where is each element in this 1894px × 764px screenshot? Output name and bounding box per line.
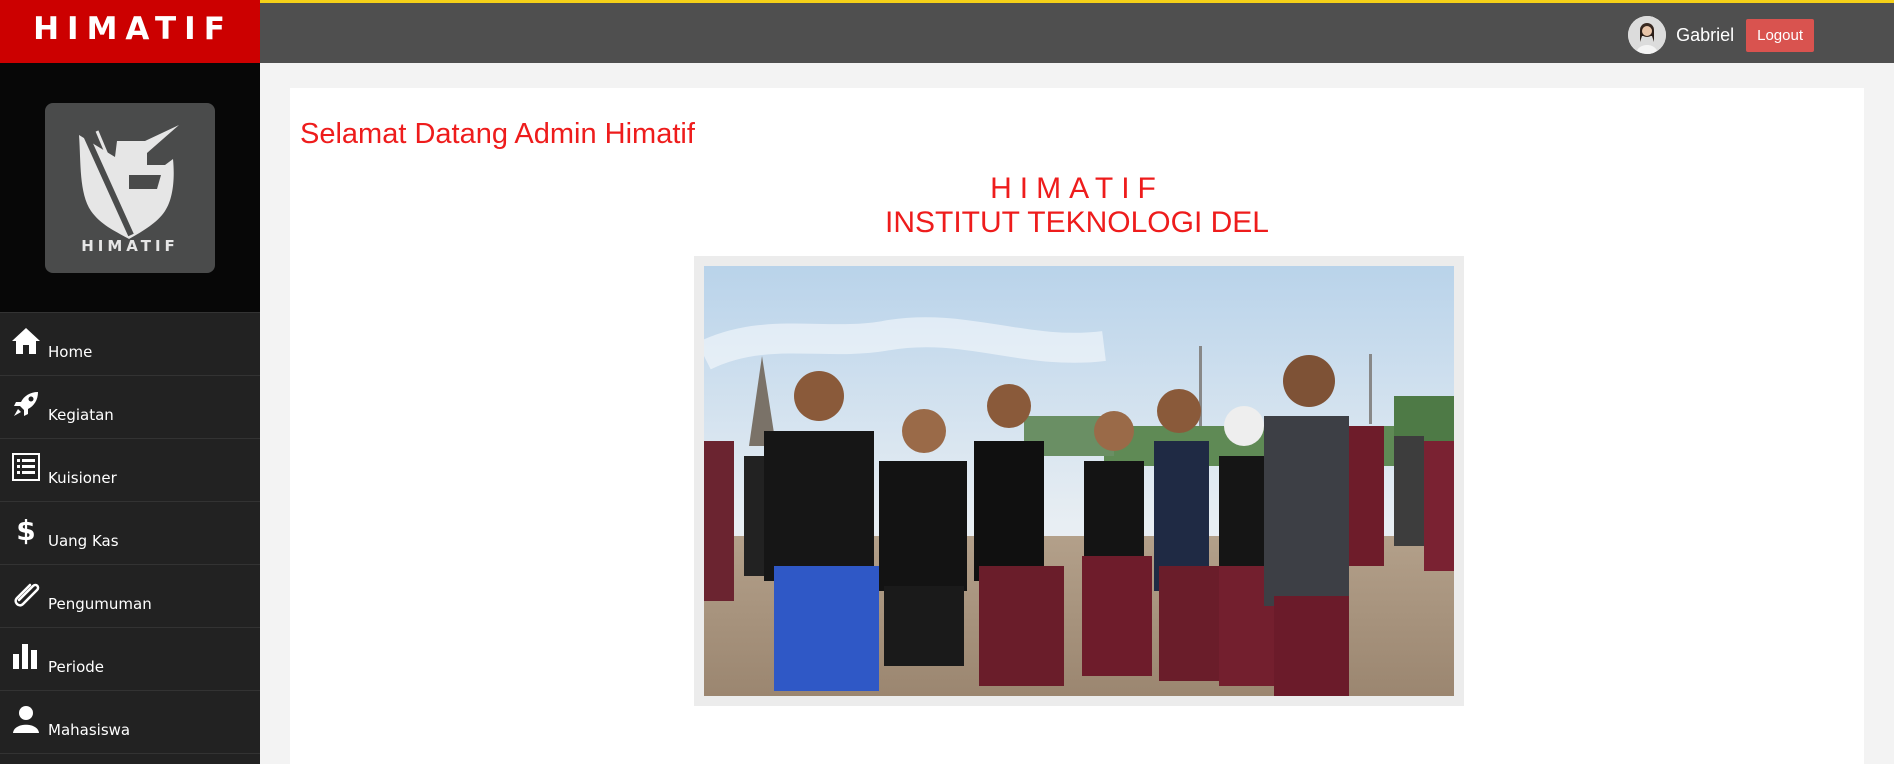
logo-area: HIMATIF [0,63,260,313]
welcome-text: Selamat Datang Admin Himatif [300,118,695,150]
group-photo-frame [694,256,1464,706]
sidebar-item-label: Periode [48,658,105,676]
user-icon [10,703,42,735]
top-navbar: Gabriel Logout [260,3,1894,63]
svg-text:$: $ [16,514,35,546]
logout-button[interactable]: Logout [1746,18,1814,52]
group-photo [704,266,1454,696]
sidebar-item-label: Kuisioner [48,469,117,487]
rocket-icon [10,388,42,420]
dollar-icon: $ [10,514,42,546]
user-name[interactable]: Gabriel [1676,25,1734,46]
user-menu: Gabriel Logout [1628,16,1814,54]
sidebar-item-label: Kegiatan [48,406,114,424]
sidebar-item-label: Pengumuman [48,595,152,613]
sidebar-item-kuisioner[interactable]: Kuisioner [0,439,260,502]
org-name: HIMATIF [990,172,1164,205]
sidebar-item-periode[interactable]: Periode [0,628,260,691]
sidebar-item-home[interactable]: Home [0,313,260,376]
sidebar-item-mahasiswa[interactable]: Mahasiswa [0,691,260,754]
avatar[interactable] [1628,16,1667,54]
bar-chart-icon [10,640,42,672]
page-title: HIMATIF INSTITUT TEKNOLOGI DEL [290,172,1864,240]
sidebar-item-label: Home [48,343,93,361]
sidebar-item-uang-kas[interactable]: $ Uang Kas [0,502,260,565]
sidebar-item-label: Mahasiswa [48,721,131,739]
brand-title[interactable]: HIMATIF [0,0,260,63]
list-icon [10,451,42,483]
sidebar-item-pengumuman[interactable]: Pengumuman [0,565,260,628]
home-icon [10,325,42,357]
sidebar: HIMATIF Home Kegiatan Kuisioner $ Uang K… [0,63,260,764]
himatif-logo: HIMATIF [45,103,215,273]
logo-text: HIMATIF [81,237,179,255]
sidebar-item-label: Uang Kas [48,532,119,550]
paperclip-icon [10,577,42,609]
main-panel: Selamat Datang Admin Himatif HIMATIF INS… [290,88,1864,764]
institute-name: INSTITUT TEKNOLOGI DEL [885,206,1269,239]
sidebar-item-kegiatan[interactable]: Kegiatan [0,376,260,439]
